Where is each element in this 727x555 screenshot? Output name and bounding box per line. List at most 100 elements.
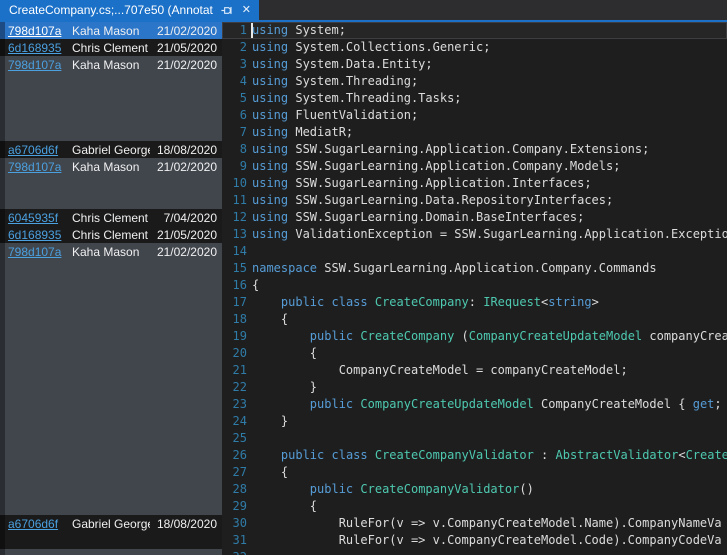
code-line[interactable]: 28 public CreateCompanyValidator()	[222, 481, 727, 498]
annotation-block[interactable]: 798d107a Kaha Mason 21/02/2020	[0, 22, 222, 39]
line-number: 5	[222, 90, 252, 107]
code-line[interactable]: 25	[222, 430, 727, 447]
code-line[interactable]: 29 {	[222, 498, 727, 515]
line-number: 14	[222, 243, 252, 260]
commit-date: 21/02/2020	[157, 245, 217, 259]
line-number: 17	[222, 294, 252, 311]
code-line[interactable]: 22 }	[222, 379, 727, 396]
annotation-panel[interactable]: 798d107a Kaha Mason 21/02/2020 6d168935 …	[0, 22, 222, 555]
commit-date: 21/02/2020	[157, 160, 217, 174]
code-line[interactable]: 30 RuleFor(v => v.CompanyCreateModel.Nam…	[222, 515, 727, 532]
annotation-block[interactable]: 798d107a Kaha Mason 21/02/2020	[0, 158, 222, 209]
annotation-row: 6d168935 Chris Clement 21/05/2020	[0, 226, 222, 243]
code-line[interactable]: 20 {	[222, 345, 727, 362]
commit-hash-link[interactable]: 6045935f	[8, 211, 65, 225]
line-number: 20	[222, 345, 252, 362]
line-number: 23	[222, 396, 252, 413]
code-line[interactable]: 11using SSW.SugarLearning.Data.Repositor…	[222, 192, 727, 209]
annotation-row: a6706d6f Gabriel George 18/08/2020	[0, 141, 222, 158]
annotation-row: 6045935f Chris Clement 7/04/2020	[0, 209, 222, 226]
code-text: {	[252, 311, 288, 328]
code-line[interactable]: 4using System.Threading;	[222, 73, 727, 90]
code-line[interactable]: 10using SSW.SugarLearning.Application.In…	[222, 175, 727, 192]
line-number: 13	[222, 226, 252, 243]
code-line[interactable]: 31 RuleFor(v => v.CompanyCreateModel.Cod…	[222, 532, 727, 549]
code-line[interactable]: 24 }	[222, 413, 727, 430]
code-text: namespace SSW.SugarLearning.Application.…	[252, 260, 657, 277]
commit-hash-link[interactable]: a6706d6f	[8, 143, 65, 157]
code-line[interactable]: 18 {	[222, 311, 727, 328]
code-line[interactable]: 19 public CreateCompany (CompanyCreateUp…	[222, 328, 727, 345]
annotation-row: 798d107a Kaha Mason 21/02/2020	[0, 243, 222, 260]
code-line[interactable]: 14	[222, 243, 727, 260]
code-line[interactable]: 26 public class CreateCompanyValidator :…	[222, 447, 727, 464]
line-number: 24	[222, 413, 252, 430]
code-line[interactable]: 6using FluentValidation;	[222, 107, 727, 124]
annotation-row: a6706d6f Gabriel George 18/08/2020	[0, 515, 222, 532]
code-text: RuleFor(v => v.CompanyCreateModel.Code).…	[252, 532, 722, 549]
annotation-block[interactable]: a6706d6f Gabriel George 18/08/2020	[0, 515, 222, 549]
code-text: using MediatR;	[252, 124, 353, 141]
code-line[interactable]: 17 public class CreateCompany: IRequest<…	[222, 294, 727, 311]
code-line[interactable]: 15namespace SSW.SugarLearning.Applicatio…	[222, 260, 727, 277]
commit-hash-link[interactable]: 6d168935	[8, 41, 65, 55]
code-line[interactable]: 7using MediatR;	[222, 124, 727, 141]
annotation-block[interactable]: 6d168935 Chris Clement 21/05/2020	[0, 39, 222, 56]
annotation-block[interactable]: 798d107a Kaha Mason 21/02/2020	[0, 243, 222, 515]
line-number: 27	[222, 464, 252, 481]
code-line[interactable]: 8using SSW.SugarLearning.Application.Com…	[222, 141, 727, 158]
pin-icon[interactable]	[220, 4, 233, 17]
code-text: using System;	[252, 22, 346, 39]
code-line[interactable]: 32	[222, 549, 727, 555]
code-text: using SSW.SugarLearning.Data.RepositoryI…	[252, 192, 613, 209]
commit-hash-link[interactable]: 798d107a	[8, 58, 65, 72]
annotation-block[interactable]: a6706d6f Gabriel George 18/08/2020	[0, 141, 222, 158]
code-line[interactable]: 23 public CompanyCreateUpdateModel Compa…	[222, 396, 727, 413]
line-number: 30	[222, 515, 252, 532]
commit-date: 21/02/2020	[157, 24, 217, 38]
annotation-block[interactable]: 6d168935 Chris Clement 21/05/2020	[0, 226, 222, 243]
code-text: public class CreateCompanyValidator : Ab…	[252, 447, 727, 464]
code-line[interactable]: 9using SSW.SugarLearning.Application.Com…	[222, 158, 727, 175]
code-editor[interactable]: 1using System;2using System.Collections.…	[222, 22, 727, 555]
code-text: using System.Threading.Tasks;	[252, 90, 462, 107]
commit-hash-link[interactable]: a6706d6f	[8, 517, 65, 531]
annotation-block[interactable]: 798d107a Kaha Mason 21/02/2020	[0, 56, 222, 141]
commit-hash-link[interactable]: 798d107a	[8, 160, 65, 174]
code-line[interactable]: 27 {	[222, 464, 727, 481]
line-number: 21	[222, 362, 252, 379]
annotation-block[interactable]	[0, 549, 222, 555]
code-text: using SSW.SugarLearning.Application.Comp…	[252, 158, 620, 175]
commit-hash-link[interactable]: 798d107a	[8, 24, 65, 38]
code-line[interactable]: 1using System;	[222, 22, 727, 39]
document-tab[interactable]: CreateCompany.cs;...707e50 (Annotated) ✕	[0, 0, 259, 20]
code-text: using SSW.SugarLearning.Application.Comp…	[252, 141, 649, 158]
line-number: 29	[222, 498, 252, 515]
line-number: 6	[222, 107, 252, 124]
close-icon[interactable]: ✕	[240, 4, 253, 17]
line-number: 1	[222, 22, 252, 39]
code-line[interactable]: 12using SSW.SugarLearning.Domain.BaseInt…	[222, 209, 727, 226]
code-line[interactable]: 3using System.Data.Entity;	[222, 56, 727, 73]
commit-hash-link[interactable]: 6d168935	[8, 228, 65, 242]
code-text: using SSW.SugarLearning.Application.Inte…	[252, 175, 592, 192]
code-line[interactable]: 21 CompanyCreateModel = companyCreateMod…	[222, 362, 727, 379]
line-number: 4	[222, 73, 252, 90]
code-text: }	[252, 413, 288, 430]
code-text: }	[252, 379, 317, 396]
code-text: public CreateCompanyValidator()	[252, 481, 534, 498]
vs-annotated-view: CreateCompany.cs;...707e50 (Annotated) ✕…	[0, 0, 727, 555]
code-line[interactable]: 2using System.Collections.Generic;	[222, 39, 727, 56]
code-line[interactable]: 13using ValidationException = SSW.SugarL…	[222, 226, 727, 243]
commit-date: 21/05/2020	[157, 41, 217, 55]
annotation-block[interactable]: 6045935f Chris Clement 7/04/2020	[0, 209, 222, 226]
commit-hash-link[interactable]: 798d107a	[8, 245, 65, 259]
commit-date: 21/05/2020	[157, 228, 217, 242]
annotation-row: 6d168935 Chris Clement 21/05/2020	[0, 39, 222, 56]
code-line[interactable]: 16{	[222, 277, 727, 294]
line-number: 22	[222, 379, 252, 396]
commit-author: Kaha Mason	[72, 160, 150, 174]
line-number: 19	[222, 328, 252, 345]
code-text: {	[252, 464, 288, 481]
code-line[interactable]: 5using System.Threading.Tasks;	[222, 90, 727, 107]
